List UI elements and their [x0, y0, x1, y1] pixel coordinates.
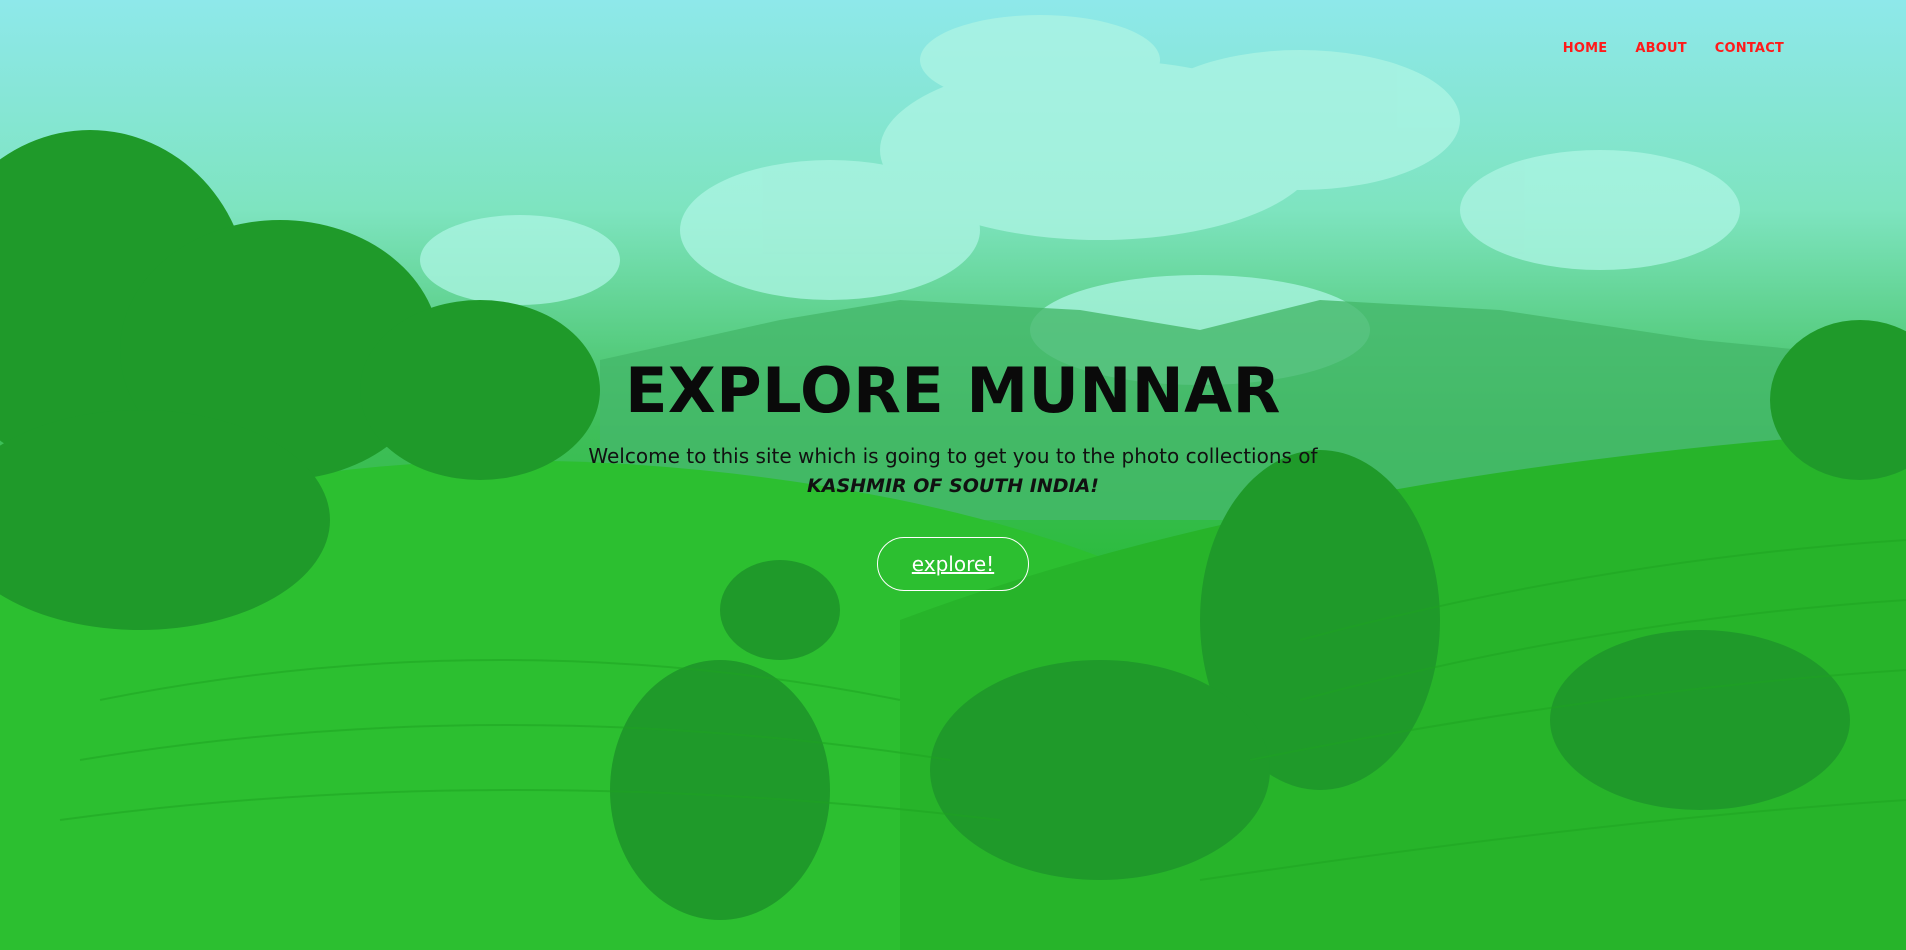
hero-highlight: KASHMIR OF SOUTH INDIA!	[807, 475, 1099, 497]
hero-subtitle-text: Welcome to this site which is going to g…	[588, 444, 1318, 468]
hero-section: HOME ABOUT CONTACT EXPLORE MUNNAR Welcom…	[0, 0, 1906, 950]
hero-title: EXPLORE MUNNAR	[625, 354, 1281, 427]
nav-contact-link[interactable]: CONTACT	[1715, 41, 1784, 56]
explore-button[interactable]: explore!	[876, 537, 1030, 591]
nav-about-link[interactable]: ABOUT	[1635, 41, 1686, 56]
top-nav: HOME ABOUT CONTACT	[1563, 41, 1784, 56]
nav-home-link[interactable]: HOME	[1563, 41, 1608, 56]
hero-content: EXPLORE MUNNAR Welcome to this site whic…	[0, 355, 1906, 591]
hero-subtitle: Welcome to this site which is going to g…	[0, 441, 1906, 501]
